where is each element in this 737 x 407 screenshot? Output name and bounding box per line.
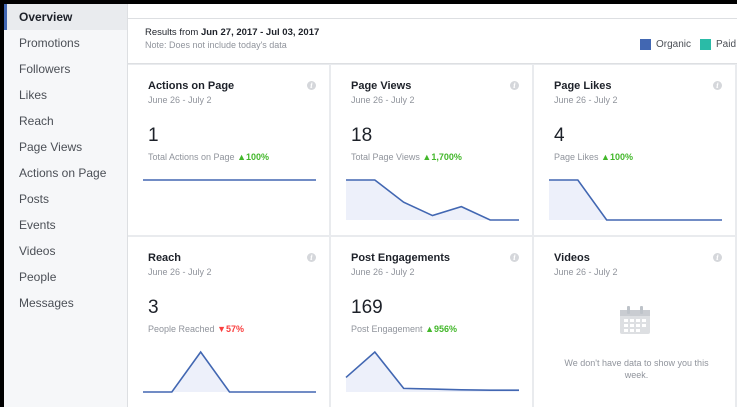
info-icon[interactable]: i <box>713 81 722 90</box>
sparkline-area <box>549 180 722 220</box>
overview-main: Results from Jun 27, 2017 - Jul 03, 2017… <box>128 4 737 407</box>
sidebar-item-messages[interactable]: Messages <box>4 290 127 316</box>
card-videos[interactable]: Videos June 26 - July 2 i We don't have … <box>534 237 735 407</box>
info-icon[interactable]: i <box>307 81 316 90</box>
results-prefix: Results from <box>145 27 201 38</box>
card-page-views[interactable]: Page Views June 26 - July 2 i 18 Total P… <box>331 65 532 235</box>
metric-cards-grid: Actions on Page June 26 - July 2 i 1 Tot… <box>128 65 737 407</box>
results-range-text: Results from Jun 27, 2017 - Jul 03, 2017 <box>145 27 737 38</box>
sidebar-item-people[interactable]: People <box>4 264 127 290</box>
card-change-value: 100% <box>246 152 270 162</box>
card-metric-label: Total Page Views <box>351 152 420 162</box>
card-change: ▲100% <box>601 152 633 162</box>
card-change: ▲956% <box>425 324 457 334</box>
down-arrow-icon: ▼ <box>217 324 226 334</box>
card-metric-line: Post Engagement ▲956% <box>351 324 457 334</box>
sparkline-chart <box>143 350 316 393</box>
card-change: ▼57% <box>217 324 244 334</box>
card-metric-label: Post Engagement <box>351 324 423 334</box>
card-change-value: 1,700% <box>431 152 462 162</box>
card-title: Videos <box>554 252 590 264</box>
up-arrow-icon: ▲ <box>422 152 432 162</box>
sidebar-item-actions-on-page[interactable]: Actions on Page <box>4 160 127 186</box>
card-metric-line: People Reached ▼57% <box>148 324 244 334</box>
card-change-value: 956% <box>434 324 458 334</box>
card-page-likes[interactable]: Page Likes June 26 - July 2 i 4 Page Lik… <box>534 65 735 235</box>
sparkline-area <box>346 352 519 392</box>
up-arrow-icon: ▲ <box>601 152 610 162</box>
sparkline-chart <box>549 179 722 221</box>
sidebar-item-posts[interactable]: Posts <box>4 186 127 212</box>
info-icon[interactable]: i <box>713 253 722 262</box>
sidebar-item-followers[interactable]: Followers <box>4 56 127 82</box>
organic-swatch <box>639 39 651 50</box>
info-icon[interactable]: i <box>510 253 519 262</box>
card-reach[interactable]: Reach June 26 - July 2 i 3 People Reache… <box>128 237 329 407</box>
sparkline-chart <box>143 179 316 181</box>
card-change-value: 57% <box>226 324 245 334</box>
card-value: 1 <box>148 125 159 146</box>
up-arrow-icon: ▲ <box>425 324 434 334</box>
sparkline-area <box>346 180 519 220</box>
sidebar-item-reach[interactable]: Reach <box>4 108 127 134</box>
paid-swatch <box>699 39 711 50</box>
card-value: 169 <box>351 297 383 318</box>
sparkline-area <box>143 352 316 392</box>
card-date-range: June 26 - July 2 <box>351 95 415 105</box>
sidebar-item-overview[interactable]: Overview <box>4 4 127 30</box>
card-metric-label: Page Likes <box>554 152 599 162</box>
sidebar-item-page-views[interactable]: Page Views <box>4 134 127 160</box>
up-arrow-icon: ▲ <box>237 152 246 162</box>
sidebar-item-events[interactable]: Events <box>4 212 127 238</box>
card-date-range: June 26 - July 2 <box>554 95 618 105</box>
results-header: Results from Jun 27, 2017 - Jul 03, 2017… <box>128 19 737 64</box>
card-metric-line: Page Likes ▲100% <box>554 152 633 162</box>
sidebar-item-likes[interactable]: Likes <box>4 82 127 108</box>
results-date-range: Jun 27, 2017 - Jul 03, 2017 <box>200 27 320 38</box>
legend-organic[interactable]: Organic <box>639 39 691 50</box>
sparkline-chart <box>345 350 519 392</box>
card-title: Page Views <box>351 80 412 92</box>
card-date-range: June 26 - July 2 <box>148 95 212 105</box>
empty-state-message: We don't have data to show you this week… <box>564 358 709 380</box>
info-icon[interactable]: i <box>510 81 519 90</box>
card-metric-line: Total Page Views ▲1,700% <box>351 152 462 162</box>
info-icon[interactable]: i <box>307 253 316 262</box>
card-metric-line: Total Actions on Page ▲100% <box>148 152 269 162</box>
sparkline-line <box>143 350 316 393</box>
card-date-range: June 26 - July 2 <box>351 267 415 277</box>
card-title: Reach <box>148 252 182 264</box>
card-change: ▲100% <box>237 152 269 162</box>
card-change: ▲1,700% <box>422 152 461 162</box>
card-change-value: 100% <box>609 152 633 162</box>
card-actions-on-page[interactable]: Actions on Page June 26 - July 2 i 1 Tot… <box>128 65 329 235</box>
card-title: Post Engagements <box>351 252 451 264</box>
card-metric-label: People Reached <box>148 324 215 334</box>
card-value: 18 <box>351 125 373 146</box>
insights-sidebar: Overview Promotions Followers Likes Reac… <box>4 4 128 407</box>
legend-paid[interactable]: Paid <box>699 39 736 50</box>
calendar-icon <box>620 306 650 334</box>
card-date-range: June 26 - July 2 <box>554 267 618 277</box>
legend-organic-label: Organic <box>655 39 691 50</box>
card-post-engagements[interactable]: Post Engagements June 26 - July 2 i 169 … <box>331 237 532 407</box>
card-title: Actions on Page <box>148 80 235 92</box>
legend: Organic Paid <box>639 39 737 50</box>
sidebar-item-promotions[interactable]: Promotions <box>4 30 127 56</box>
top-spacer <box>128 4 737 19</box>
card-value: 4 <box>554 125 565 146</box>
card-metric-label: Total Actions on Page <box>148 152 235 162</box>
card-date-range: June 26 - July 2 <box>148 267 212 277</box>
card-value: 3 <box>148 297 159 318</box>
sidebar-item-videos[interactable]: Videos <box>4 238 127 264</box>
sparkline-chart <box>346 179 519 221</box>
legend-paid-label: Paid <box>715 39 736 50</box>
card-title: Page Likes <box>554 80 612 92</box>
